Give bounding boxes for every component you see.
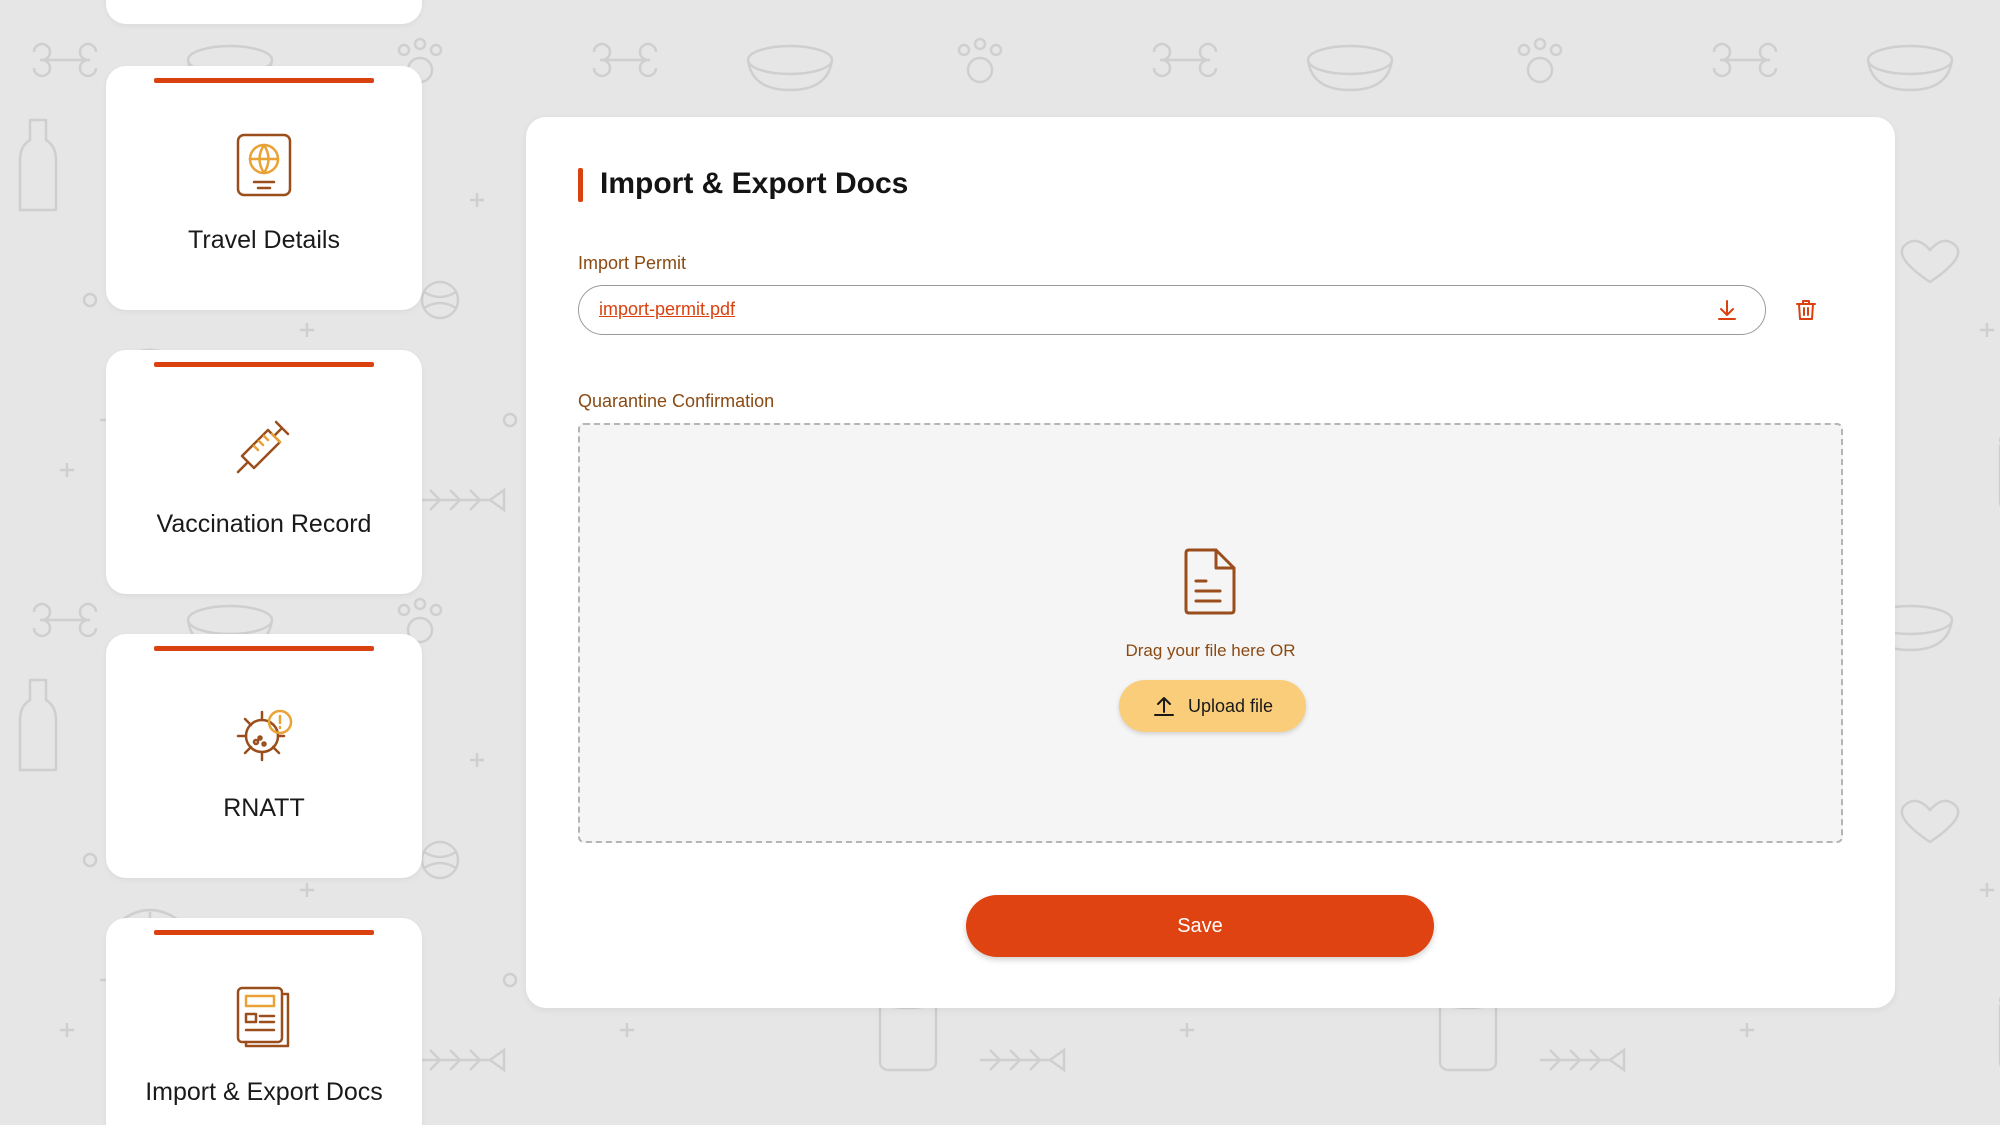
title-accent-bar [578,168,583,202]
passport-icon [236,133,292,197]
upload-file-label: Upload file [1187,695,1274,716]
card-accent-bar [154,930,374,935]
sidebar-item-label: Vaccination Record [156,510,372,538]
sidebar-item-label: Travel Details [188,226,340,254]
virus-warning-icon [236,709,293,762]
download-icon[interactable] [1715,298,1739,322]
card-accent-bar [154,78,374,83]
sidebar-item-label: Import & Export Docs [145,1078,383,1106]
sidebar-item-rnatt[interactable]: RNATT [106,634,422,878]
syringe-icon [236,420,290,474]
sidebar-item-vaccination-record[interactable]: Vaccination Record [106,350,422,594]
card-accent-bar [154,362,374,367]
import-permit-field: import-permit.pdf [578,285,1766,335]
import-permit-file-link[interactable]: import-permit.pdf [599,299,735,320]
quarantine-confirmation-label: Quarantine Confirmation [578,391,775,411]
sidebar-item-travel-details[interactable]: Travel Details [106,66,422,310]
upload-icon [1153,697,1174,716]
document-icon [1184,548,1236,615]
sidebar-item-label: RNATT [223,794,305,822]
save-button[interactable]: Save [966,895,1434,957]
import-permit-label: Import Permit [578,253,687,273]
upload-file-button[interactable]: Upload file [1119,680,1306,732]
trash-icon[interactable] [1794,298,1818,322]
file-dropzone[interactable]: Drag your file here OR Upload file [578,423,1843,843]
sidebar-card-partial [106,0,422,24]
import-export-panel: Import & Export Docs Import Permit impor… [526,117,1895,1008]
page-title: Import & Export Docs [600,167,909,200]
drag-instruction-text: Drag your file here OR [1125,641,1296,660]
sidebar-item-import-export-docs[interactable]: Import & Export Docs [106,918,422,1125]
documents-icon [236,986,290,1048]
card-accent-bar [154,646,374,651]
